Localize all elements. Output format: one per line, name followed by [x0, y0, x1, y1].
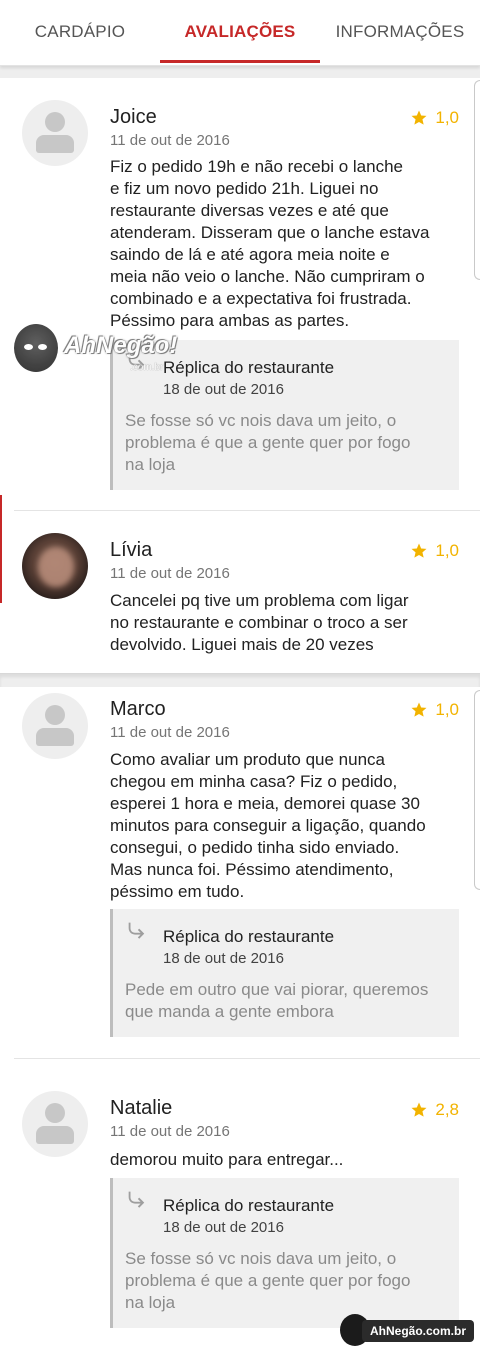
reply-arrow-icon	[128, 1191, 145, 1208]
divider	[14, 1058, 480, 1059]
rating-value: 1,0	[435, 541, 459, 560]
review-card-joice: Joice 11 de out de 2016 1,0 Fiz o pedido…	[0, 78, 480, 511]
screenshot-gap	[0, 673, 480, 687]
review-date: 11 de out de 2016	[110, 132, 230, 149]
star-icon	[411, 110, 427, 125]
reviewer-name: Joice	[110, 106, 157, 128]
avatar-placeholder	[22, 693, 88, 759]
rating: 1,0	[410, 700, 459, 720]
review-text: demorou muito para entregar...	[110, 1150, 344, 1169]
footer-watermark: AhNegão.com.br	[340, 1314, 476, 1346]
watermark-logo: AhNegão! .com.br	[14, 322, 204, 378]
review-card-natalie: Natalie 11 de out de 2016 2,8 demorou mu…	[0, 1060, 480, 1350]
star-icon	[411, 543, 427, 558]
review-date: 11 de out de 2016	[110, 1123, 230, 1140]
scroll-edge	[474, 690, 480, 890]
review-text: Fiz o pedido 19h e não recebi o lanche e …	[110, 157, 430, 330]
review-text: Como avaliar um produto que nunca chegou …	[110, 750, 426, 901]
tab-bar: CARDÁPIO AVALIAÇÕES INFORMAÇÕES	[0, 0, 480, 66]
restaurant-reply: Réplica do restaurante 18 de out de 2016…	[110, 909, 459, 1037]
star-icon	[411, 702, 427, 717]
reply-arrow-icon	[128, 922, 145, 939]
avatar-photo	[22, 533, 88, 599]
card-gap	[0, 66, 480, 78]
scroll-edge	[474, 80, 480, 280]
avatar-placeholder	[22, 100, 88, 166]
tab-cardapio[interactable]: CARDÁPIO	[0, 0, 160, 64]
active-tab-indicator	[160, 60, 320, 63]
review-card-marco: Marco 11 de out de 2016 1,0 Como avaliar…	[0, 687, 480, 1059]
rating-value: 1,0	[435, 108, 459, 127]
reply-date: 18 de out de 2016	[163, 381, 284, 398]
mascot-icon	[14, 324, 58, 372]
review-card-livia: Lívia 11 de out de 2016 1,0 Cancelei pq …	[0, 511, 480, 673]
reply-date: 18 de out de 2016	[163, 950, 284, 967]
star-icon	[411, 1102, 427, 1117]
rating-value: 2,8	[435, 1100, 459, 1119]
reviewer-name: Natalie	[110, 1097, 173, 1119]
reply-title: Réplica do restaurante	[163, 927, 335, 946]
rating: 1,0	[410, 541, 459, 561]
reply-text: Se fosse só vc nois dava um jeito, o prob…	[125, 411, 411, 474]
review-text: Cancelei pq tive um problema com ligar no…	[110, 591, 409, 654]
reply-text: Pede em outro que vai piorar, queremos qu…	[125, 980, 429, 1021]
watermark-text: AhNegão!	[64, 332, 178, 359]
review-date: 11 de out de 2016	[110, 724, 230, 741]
tab-avaliacoes[interactable]: AVALIAÇÕES	[160, 0, 320, 64]
reply-text: Se fosse só vc nois dava um jeito, o prob…	[125, 1249, 411, 1312]
rating-value: 1,0	[435, 700, 459, 719]
tab-informacoes[interactable]: INFORMAÇÕES	[320, 0, 480, 64]
review-date: 11 de out de 2016	[110, 565, 230, 582]
restaurant-reply: Réplica do restaurante 18 de out de 2016…	[110, 1178, 459, 1328]
reviewer-name: Lívia	[110, 539, 153, 561]
reply-title: Réplica do restaurante	[163, 1196, 335, 1215]
reviewer-name: Marco	[110, 698, 166, 720]
selection-marker	[0, 495, 2, 603]
avatar-placeholder	[22, 1091, 88, 1157]
rating: 1,0	[410, 108, 459, 128]
footer-watermark-text: AhNegão.com.br	[362, 1320, 474, 1342]
rating: 2,8	[410, 1100, 459, 1120]
watermark-subtext: .com.br	[130, 362, 164, 373]
reply-date: 18 de out de 2016	[163, 1219, 284, 1236]
